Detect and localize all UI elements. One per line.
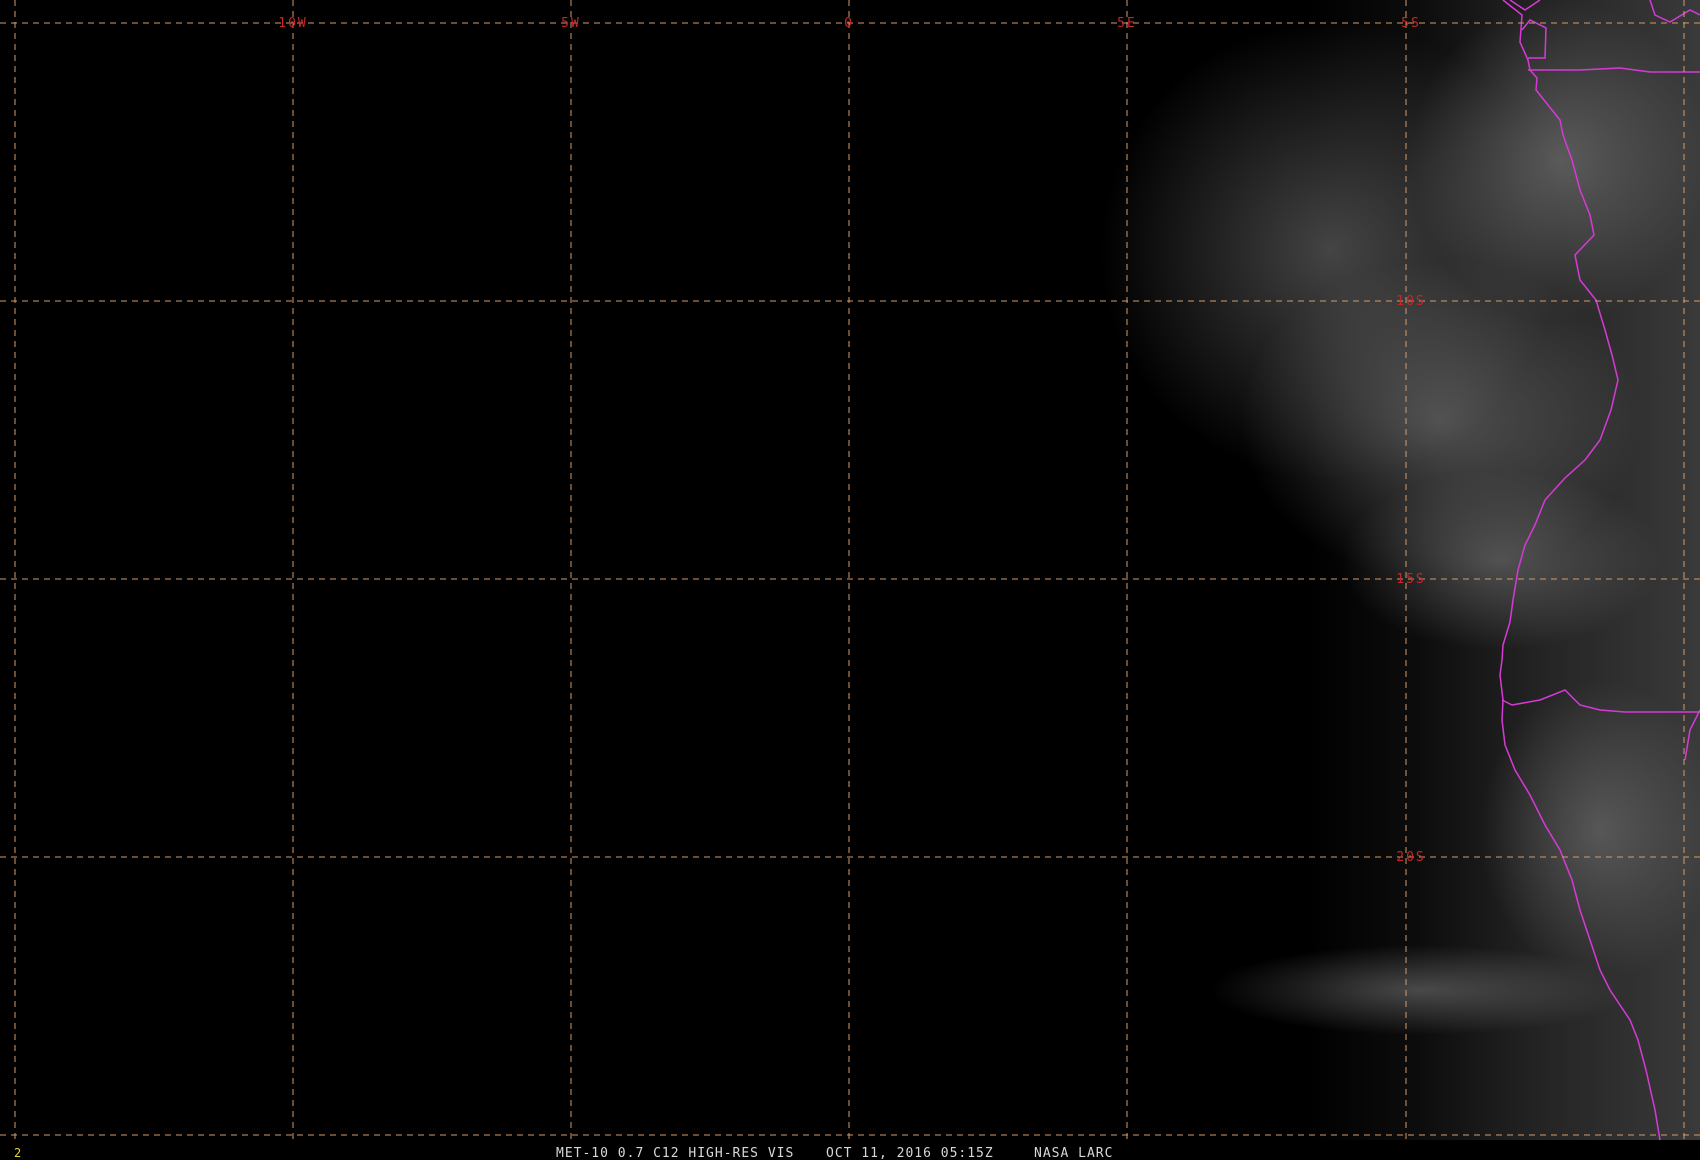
- footer-caption: 2 MET-10 0.7 C12 HIGH-RES VIS OCT 11, 20…: [14, 1146, 1113, 1160]
- longitude-label: 5W: [561, 16, 581, 31]
- latitude-label: 15S: [1396, 572, 1425, 587]
- source-label: NASA LARC: [1034, 1146, 1113, 1160]
- longitude-label: 5E: [1117, 16, 1137, 31]
- latitude-label: 20S: [1396, 850, 1425, 865]
- longitude-label: 0: [844, 16, 854, 31]
- latitude-label: 10S: [1396, 294, 1425, 309]
- timestamp-label: OCT 11, 2016 05:15Z: [826, 1146, 994, 1160]
- longitude-label: 10W: [278, 16, 307, 31]
- satellite-imagery: [0, 0, 1700, 1140]
- product-label: MET-10 0.7 C12 HIGH-RES VIS: [556, 1146, 794, 1160]
- satellite-map: 10W 5W 0 5E 5S 10S 15S 20S 2 MET-10 0.7 C12 HIG…: [0, 0, 1700, 1160]
- latitude-label: 5S: [1401, 16, 1421, 31]
- frame-number: 2: [14, 1146, 21, 1160]
